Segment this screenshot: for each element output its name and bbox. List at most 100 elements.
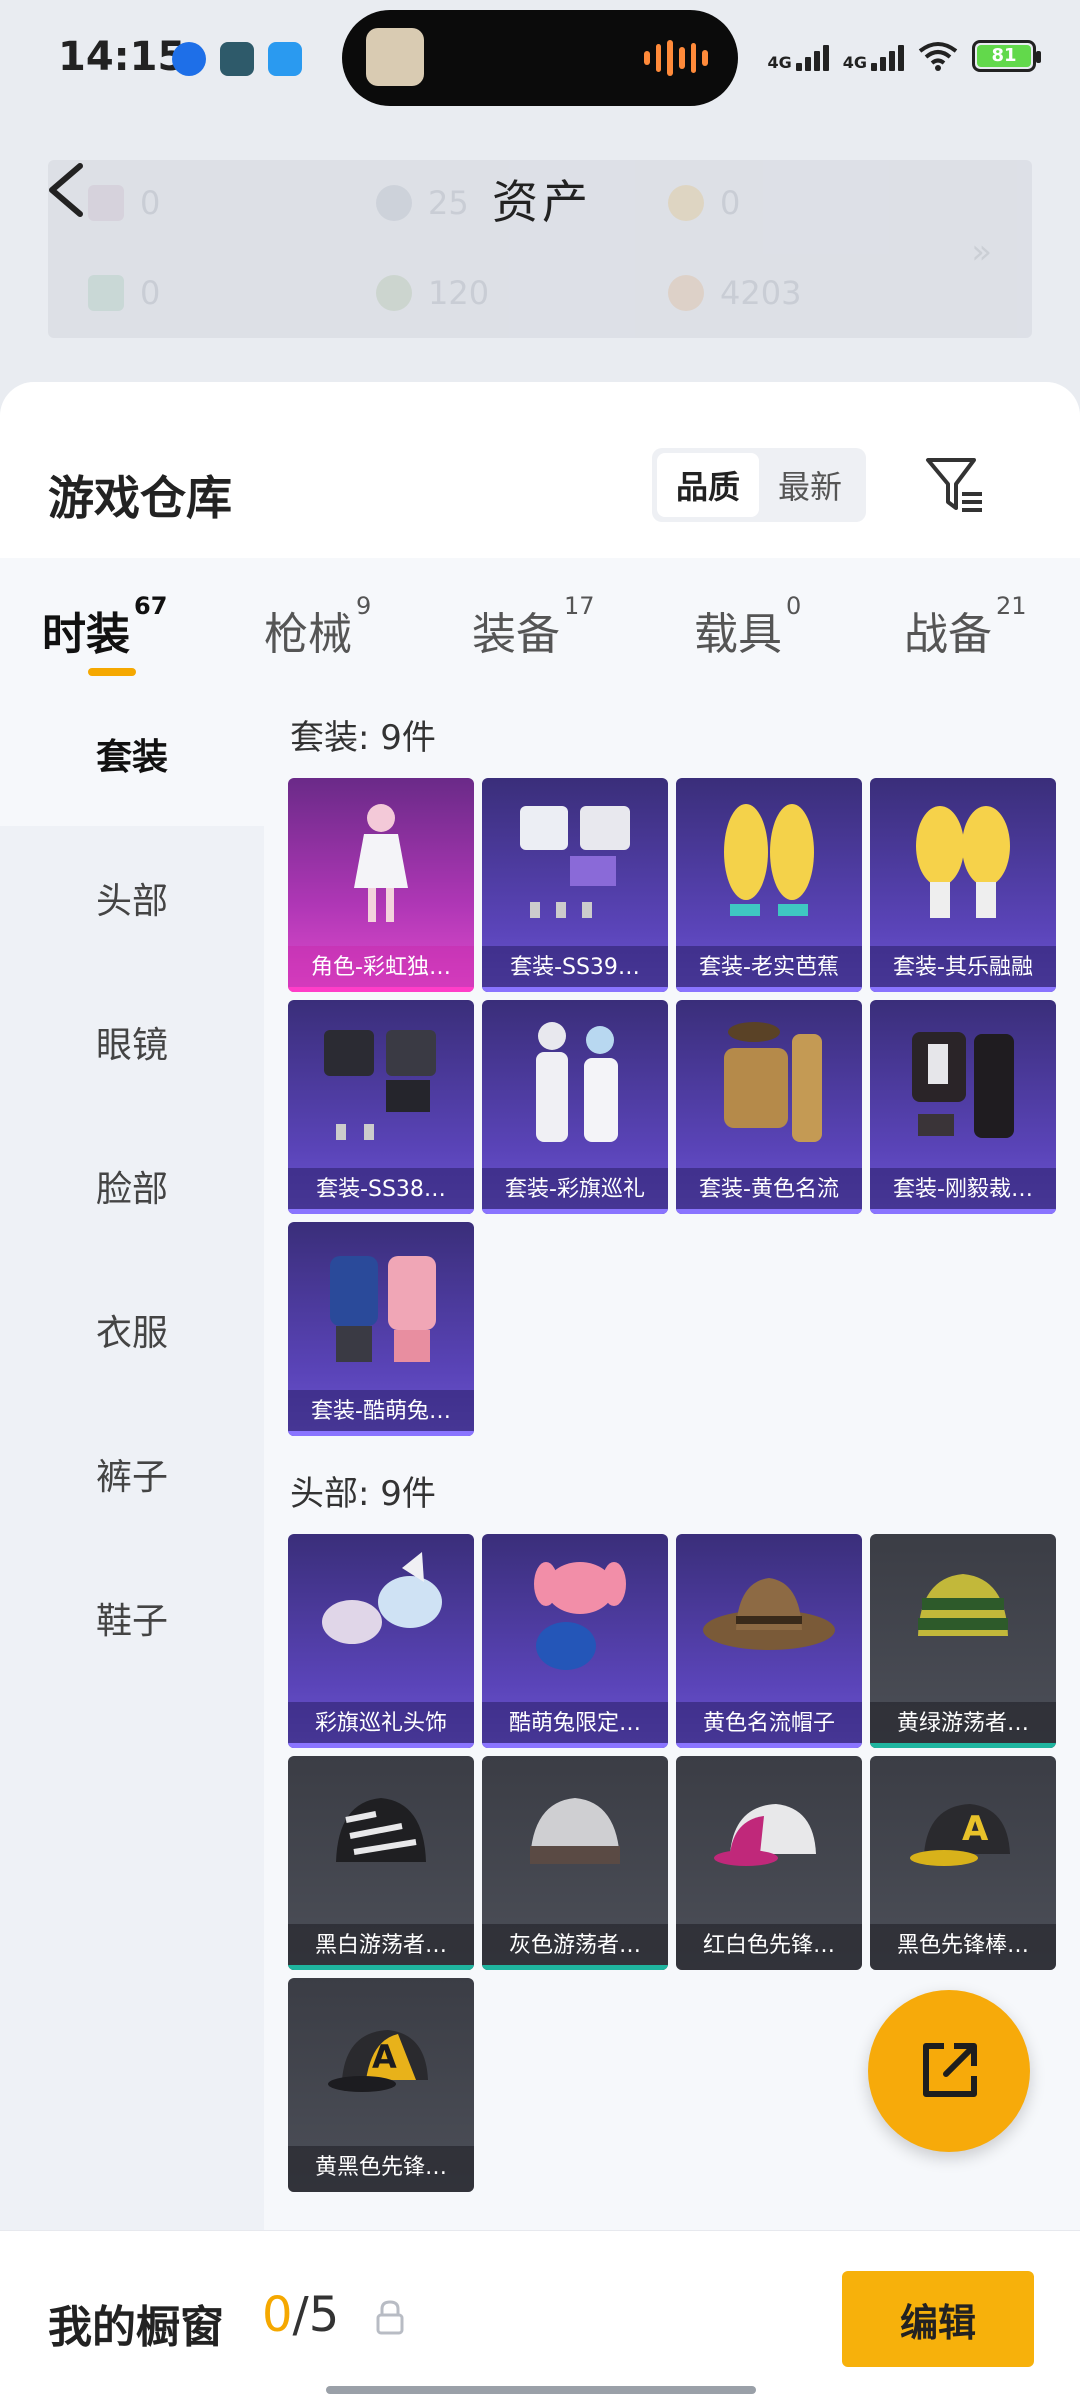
rarity-bar	[676, 1743, 862, 1748]
item-tile[interactable]: 黄绿游荡者…	[870, 1534, 1056, 1748]
tab-supplies[interactable]: 战备21	[904, 592, 1027, 662]
item-label: 彩旗巡礼头饰	[288, 1702, 474, 1748]
item-tile[interactable]: A 黄黑色先锋…	[288, 1978, 474, 2192]
item-tile[interactable]: 红白色先锋…	[676, 1756, 862, 1970]
item-tile[interactable]: A 黑色先锋棒…	[870, 1756, 1056, 1970]
item-label: 角色-彩虹独…	[288, 946, 474, 992]
item-label: 灰色游荡者…	[482, 1924, 668, 1970]
system-icons: 4G 4G 81	[767, 40, 1041, 72]
tab-vehicles[interactable]: 载具0	[694, 592, 801, 662]
headwear-icon	[322, 1552, 442, 1644]
asset-item: 0	[668, 184, 740, 222]
rarity-bar	[482, 1743, 668, 1748]
asset-value: 25	[428, 184, 469, 222]
asset-value: 120	[428, 274, 490, 312]
tab-label: 枪械	[264, 609, 352, 660]
sidebar-item-head[interactable]: 头部	[0, 826, 264, 970]
item-label: 红白色先锋…	[676, 1924, 862, 1970]
showcase-count-total: /5	[292, 2287, 340, 2343]
yellow-black-cap-icon: A	[328, 2030, 428, 2092]
item-tile[interactable]: 彩旗巡礼头饰	[288, 1534, 474, 1748]
rarity-bar	[288, 2187, 474, 2192]
asset-item: 0	[88, 274, 160, 312]
sidebar-item-suits[interactable]: 套装	[0, 682, 264, 826]
clock: 14:15	[58, 34, 186, 80]
rarity-bar	[288, 1431, 474, 1436]
item-label: 酷萌兔限定…	[482, 1702, 668, 1748]
svg-text:A: A	[962, 1809, 989, 1849]
tab-count: 9	[356, 592, 372, 620]
sidebar-item-pants[interactable]: 裤子	[0, 1402, 264, 1546]
tab-guns[interactable]: 枪械9	[264, 592, 371, 662]
gray-beanie-icon	[530, 1798, 620, 1864]
tab-fashion[interactable]: 时装67	[42, 592, 167, 662]
rarity-bar	[288, 1743, 474, 1748]
dynamic-island[interactable]	[342, 10, 738, 106]
audio-wave-icon	[644, 40, 709, 76]
red-white-cap-icon	[714, 1804, 816, 1866]
black-cap-icon: A	[910, 1804, 1010, 1866]
item-label: 套装-刚毅裁…	[870, 1168, 1056, 1214]
item-tile[interactable]: 角色-彩虹独…	[288, 778, 474, 992]
filter-icon[interactable]	[924, 454, 986, 516]
game-app-icon	[220, 42, 254, 76]
item-tile[interactable]: 黄色名流帽子	[676, 1534, 862, 1748]
sort-newest-button[interactable]: 最新	[759, 453, 861, 517]
item-tile[interactable]: 套装-酷萌兔…	[288, 1222, 474, 1436]
item-tile[interactable]: 套装-刚毅裁…	[870, 1000, 1056, 1214]
item-label: 套装-SS39…	[482, 946, 668, 992]
item-tile[interactable]: 套装-SS39…	[482, 778, 668, 992]
rarity-bar	[288, 1965, 474, 1970]
asset-more-icon[interactable]: »	[971, 232, 992, 272]
rarity-bar	[482, 1965, 668, 1970]
asset-item: 120	[376, 274, 489, 312]
item-tile[interactable]: 酷萌兔限定…	[482, 1534, 668, 1748]
item-tile[interactable]: 套装-老实芭蕉	[676, 778, 862, 992]
asset-item: 4203	[668, 274, 801, 312]
category-tabs: 时装67 枪械9 装备17 载具0 战备21	[0, 558, 1080, 682]
rarity-bar	[870, 1965, 1056, 1970]
item-label: 套装-彩旗巡礼	[482, 1168, 668, 1214]
sidebar-item-glasses[interactable]: 眼镜	[0, 970, 264, 1114]
coat-suit-icon	[724, 1022, 822, 1142]
item-label: 套装-其乐融融	[870, 946, 1056, 992]
sidebar-item-face[interactable]: 脸部	[0, 1114, 264, 1258]
bunny-suit-icon	[330, 1256, 436, 1362]
sort-quality-button[interactable]: 品质	[657, 453, 759, 517]
tab-label: 装备	[472, 609, 560, 660]
asset-value: 0	[140, 274, 161, 312]
feather-app-icon	[268, 42, 302, 76]
home-indicator[interactable]	[326, 2386, 756, 2394]
warehouse-header: 游戏仓库 品质 最新	[0, 382, 1080, 558]
sidebar-item-shoes[interactable]: 鞋子	[0, 1546, 264, 1690]
rarity-bar	[482, 1209, 668, 1214]
showcase-count: 0/5	[262, 2287, 339, 2343]
tab-equipment[interactable]: 装备17	[472, 592, 595, 662]
back-arrow-icon[interactable]	[42, 160, 92, 220]
item-tile[interactable]: 灰色游荡者…	[482, 1756, 668, 1970]
sidebar-item-clothes[interactable]: 衣服	[0, 1258, 264, 1402]
wifi-icon	[918, 42, 958, 71]
item-tile[interactable]: 黑白游荡者…	[288, 1756, 474, 1970]
outfit-icon	[520, 806, 630, 918]
item-tile[interactable]: 套装-其乐融融	[870, 778, 1056, 992]
signal-2: 4G	[843, 41, 904, 71]
duck-suit-icon	[916, 806, 1010, 918]
bronze-coin-icon	[668, 275, 704, 311]
edit-button[interactable]: 编辑	[842, 2271, 1034, 2367]
share-button[interactable]	[868, 1990, 1030, 2152]
showcase-bar: 我的橱窗 0/5 编辑	[0, 2230, 1080, 2400]
showcase-count-current: 0	[262, 2287, 293, 2343]
item-tile[interactable]: 套装-彩旗巡礼	[482, 1000, 668, 1214]
item-label: 套装-SS38…	[288, 1168, 474, 1214]
item-label: 套装-黄色名流	[676, 1168, 862, 1214]
item-tile[interactable]: 套装-SS38…	[288, 1000, 474, 1214]
lock-icon	[376, 2300, 404, 2335]
item-tile[interactable]: 套装-黄色名流	[676, 1000, 862, 1214]
item-label: 黑色先锋棒…	[870, 1924, 1056, 1970]
sidebar: 套装 头部 眼镜 脸部 衣服 裤子 鞋子	[0, 682, 264, 2400]
beanie-icon	[918, 1574, 1008, 1636]
zebra-beanie-icon	[336, 1798, 426, 1862]
rarity-bar	[870, 1743, 1056, 1748]
signal-bars-icon	[871, 41, 904, 71]
